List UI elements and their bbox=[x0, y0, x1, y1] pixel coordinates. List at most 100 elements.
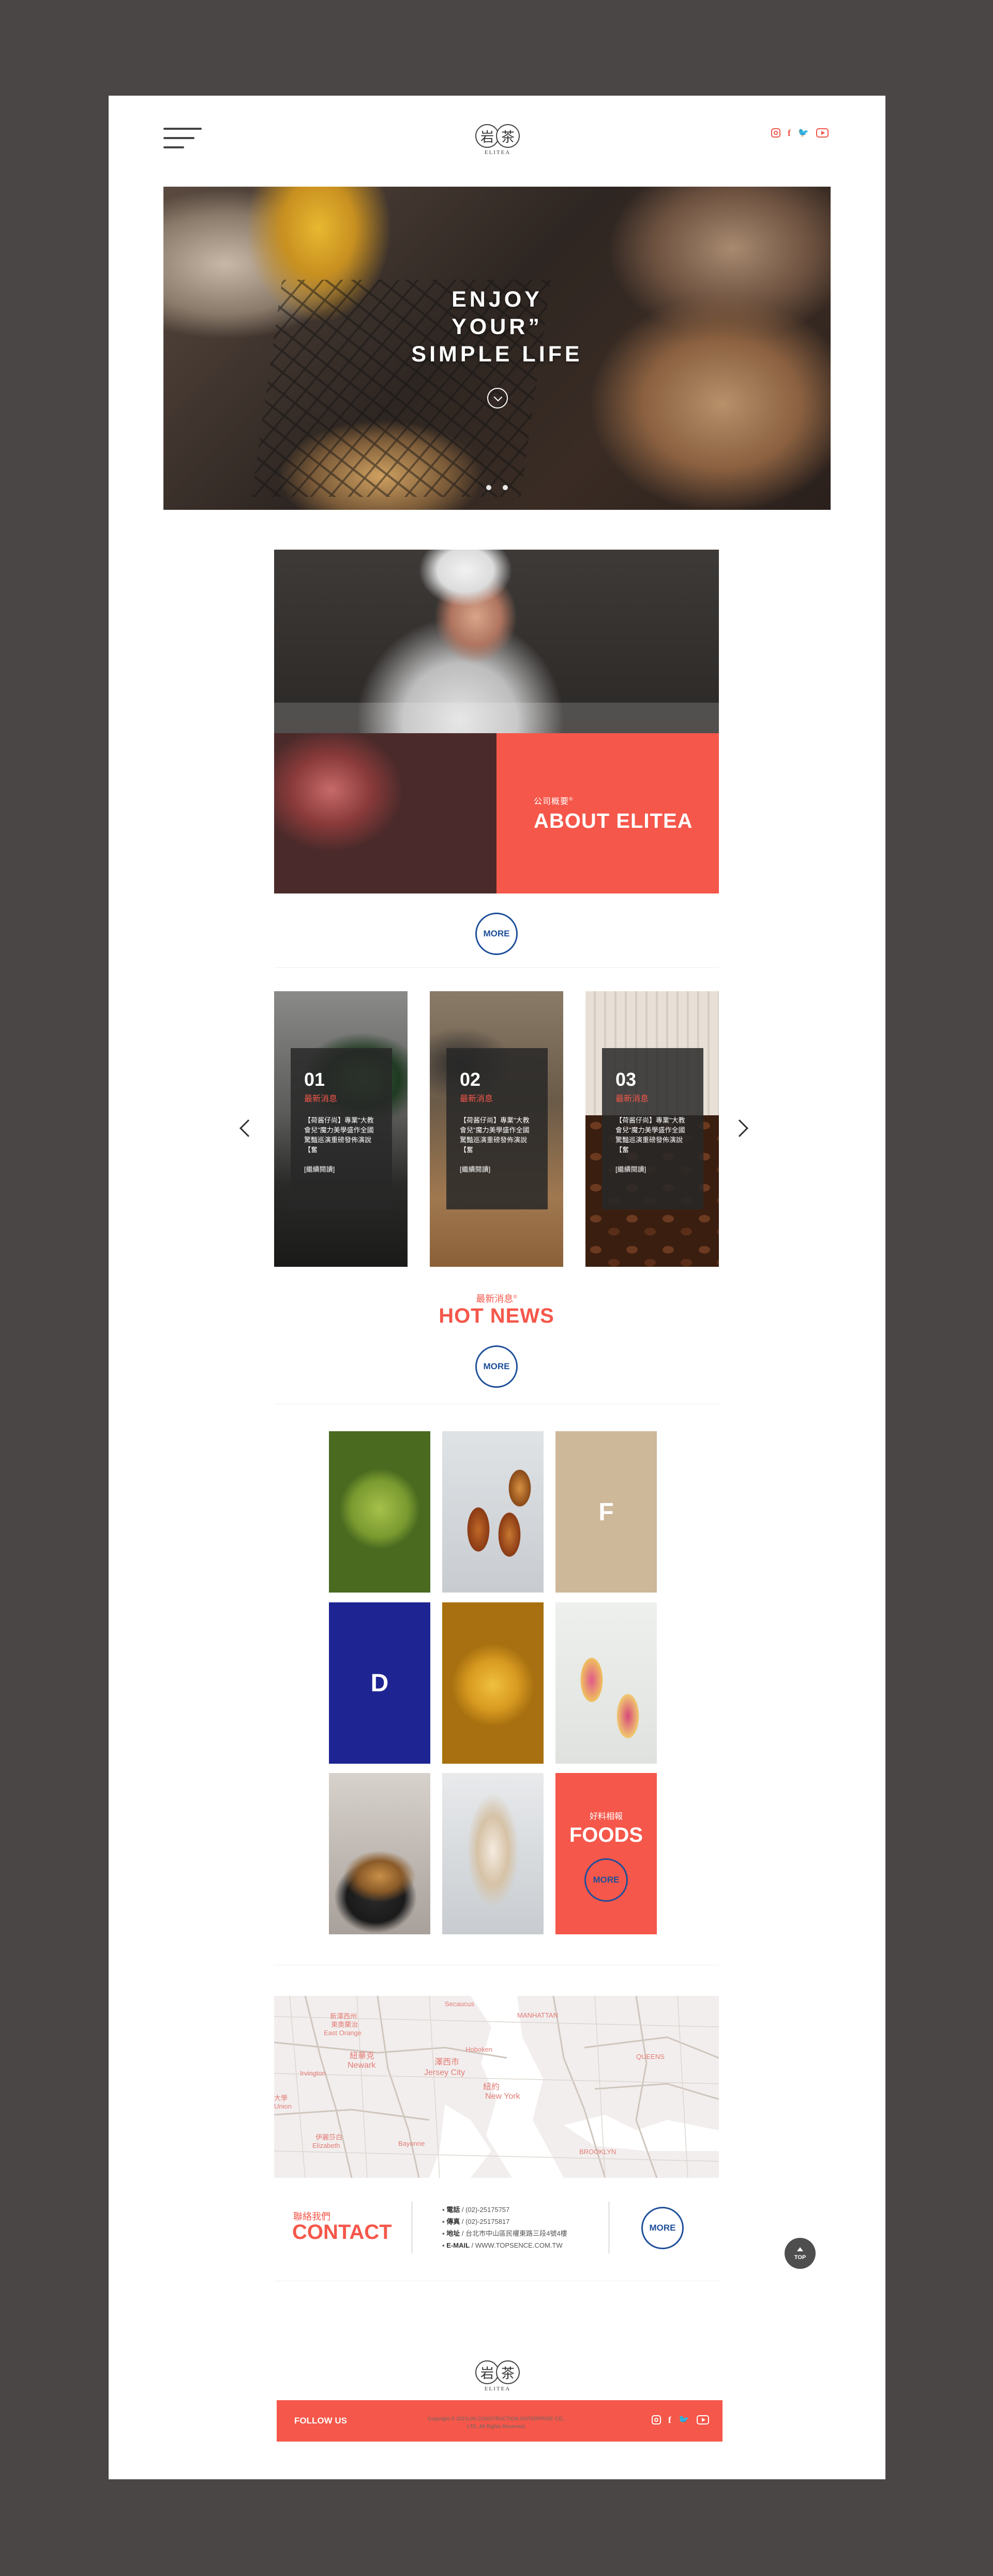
news-excerpt: 【荷酱仔尚】專業"大教會兒"魔力美學盛作全國驚豔巡演重磅發佈演說【奮 bbox=[460, 1116, 530, 1154]
contact-address: ▪ 地址 / 台北市中山區民權東路三段4號4樓 bbox=[442, 2230, 567, 2237]
food-tile-mango-cake[interactable] bbox=[442, 1602, 544, 1764]
about-more-button[interactable]: MORE bbox=[475, 913, 518, 955]
hero-banner: ENJOY YOUR” SIMPLE LIFE bbox=[163, 187, 831, 510]
map-label: Jersey City bbox=[424, 2068, 465, 2077]
about-image-chef bbox=[274, 550, 719, 735]
pagination-dot[interactable] bbox=[503, 485, 508, 490]
news-category: 最新消息 bbox=[460, 1095, 493, 1103]
map-label: New York bbox=[485, 2092, 520, 2101]
hero-title-line: SIMPLE LIFE bbox=[411, 342, 583, 367]
foods-subtitle: 好料相報 bbox=[589, 1812, 623, 1821]
map-label: MANHATTAN bbox=[517, 2011, 558, 2019]
food-tile-parfait[interactable] bbox=[555, 1602, 657, 1764]
about-section: 公司概要® ABOUT ELITEA bbox=[274, 550, 719, 893]
news-read-more-link[interactable]: [繼續閱讀] bbox=[615, 1164, 690, 1174]
news-card[interactable]: 02 最新消息 【荷酱仔尚】專業"大教會兒"魔力美學盛作全國驚豔巡演重磅發佈演說… bbox=[430, 991, 563, 1267]
news-title: HOT NEWS bbox=[439, 1305, 554, 1327]
hero-pagination bbox=[163, 485, 831, 490]
news-card-overlay: 02 最新消息 【荷酱仔尚】專業"大教會兒"魔力美學盛作全國驚豔巡演重磅發佈演說… bbox=[446, 1048, 548, 1209]
copyright-line: LTD. All Rights Reserved. bbox=[467, 2424, 526, 2430]
map-label: 新澤西州 bbox=[330, 2012, 357, 2020]
brand-name: ELITEA bbox=[484, 2386, 511, 2392]
map-label: Union bbox=[274, 2102, 292, 2110]
news-card[interactable]: 01 最新消息 【荷酱仔尚】專業"大教會兒"魔力美學盛作全國驚豔巡演重磅發佈演說… bbox=[274, 991, 408, 1267]
map-label: Hoboken bbox=[465, 2045, 493, 2053]
about-panel[interactable]: 公司概要® ABOUT ELITEA bbox=[496, 733, 719, 893]
follow-us-label: FOLLOW US bbox=[294, 2416, 347, 2426]
youtube-icon[interactable] bbox=[816, 128, 829, 138]
news-number: 01 bbox=[304, 1069, 325, 1090]
page-container: 岩 茶 ELITEA f 🐦 ENJOY YOUR” SIMPLE LIFE 公… bbox=[109, 96, 885, 2479]
hero-title-line: ENJOY bbox=[452, 287, 543, 312]
twitter-icon[interactable]: 🐦 bbox=[679, 2415, 689, 2425]
footer-social-links: f 🐦 bbox=[651, 2415, 709, 2425]
news-prev-arrow-icon[interactable] bbox=[239, 1119, 257, 1137]
news-excerpt: 【荷酱仔尚】專業"大教會兒"魔力美學盛作全國驚豔巡演重磅發佈演說【奮 bbox=[615, 1116, 685, 1154]
brand-name: ELITEA bbox=[484, 149, 511, 156]
facebook-icon[interactable]: f bbox=[668, 2415, 671, 2425]
news-card-overlay: 01 最新消息 【荷酱仔尚】專業"大教會兒"魔力美學盛作全國驚豔巡演重磅發佈演說… bbox=[291, 1048, 392, 1209]
food-tile-cheesecake[interactable] bbox=[329, 1773, 430, 1934]
scroll-down-icon[interactable] bbox=[487, 388, 508, 408]
instagram-icon[interactable] bbox=[651, 2415, 661, 2425]
news-more-button[interactable]: MORE bbox=[475, 1345, 518, 1388]
logo-char: 茶 bbox=[496, 124, 520, 148]
foods-more-button[interactable]: MORE bbox=[584, 1858, 628, 1902]
map-label: East Orange bbox=[324, 2029, 362, 2037]
about-title: ABOUT ELITEA bbox=[534, 810, 693, 832]
map-label: QUEENS bbox=[636, 2053, 665, 2060]
news-read-more-link[interactable]: [繼續閱讀] bbox=[460, 1164, 534, 1174]
contact-info: ▪ 電話 / (02)-25175757 ▪ 傳真 / (02)-2517581… bbox=[442, 2204, 567, 2251]
news-category: 最新消息 bbox=[615, 1095, 649, 1103]
contact-fax: ▪ 傳真 / (02)-25175817 bbox=[442, 2218, 510, 2225]
copyright: Copyright © 2021LIN CONSTRUCTION ENTERPR… bbox=[367, 2415, 626, 2431]
news-next-arrow-icon[interactable] bbox=[731, 1119, 748, 1137]
foods-title: FOODS bbox=[569, 1824, 643, 1846]
news-read-more-link[interactable]: [繼續閱讀] bbox=[304, 1164, 379, 1174]
copyright-line: Copyright © 2021LIN CONSTRUCTION ENTERPR… bbox=[427, 2416, 566, 2422]
map-label: Irvington bbox=[300, 2069, 326, 2077]
instagram-icon[interactable] bbox=[771, 128, 780, 138]
facebook-icon[interactable]: f bbox=[788, 128, 791, 138]
food-tile-matcha-cake[interactable] bbox=[329, 1431, 430, 1593]
news-number: 03 bbox=[615, 1069, 637, 1090]
map-label: Secaucus bbox=[445, 2000, 475, 2008]
map-label: 紐華克 bbox=[350, 2052, 375, 2060]
divider bbox=[274, 967, 719, 968]
news-number: 02 bbox=[460, 1069, 481, 1090]
map-label: 伊麗莎白 bbox=[315, 2133, 343, 2141]
contact-more-button[interactable]: MORE bbox=[641, 2207, 684, 2249]
pagination-dot[interactable] bbox=[486, 485, 491, 490]
map-label: 東奧蘭治 bbox=[331, 2021, 358, 2028]
news-category: 最新消息 bbox=[304, 1095, 338, 1103]
hero-title: ENJOY YOUR” SIMPLE LIFE bbox=[163, 286, 831, 368]
about-image-bread bbox=[274, 733, 496, 893]
food-tile-letter-f[interactable]: F bbox=[555, 1431, 657, 1593]
youtube-icon[interactable] bbox=[697, 2415, 709, 2425]
map-label: Newark bbox=[348, 2061, 376, 2070]
news-subtitle: 最新消息® bbox=[476, 1294, 517, 1304]
location-map[interactable]: 新澤西州 東奧蘭治 East Orange 紐華克 Newark Irvingt… bbox=[274, 1996, 719, 2178]
map-label: 大學 bbox=[274, 2094, 288, 2102]
news-card-overlay: 03 最新消息 【荷酱仔尚】專業"大教會兒"魔力美學盛作全國驚豔巡演重磅發佈演說… bbox=[602, 1048, 703, 1209]
map-label: BROOKLYN bbox=[579, 2148, 616, 2156]
food-tile-latte[interactable] bbox=[442, 1773, 544, 1934]
menu-icon[interactable] bbox=[163, 127, 202, 150]
hero-title-line: YOUR” bbox=[452, 314, 543, 339]
map-label: 紐約 bbox=[483, 2083, 500, 2092]
contact-email: ▪ E-MAIL / WWW.TOPSENCE.COM.TW bbox=[442, 2241, 563, 2249]
news-excerpt: 【荷酱仔尚】專業"大教會兒"魔力美學盛作全國驚豔巡演重磅發佈演說【奮 bbox=[304, 1116, 374, 1154]
food-tile-iced-tea[interactable] bbox=[442, 1431, 544, 1593]
logo-char: 茶 bbox=[496, 2360, 520, 2384]
contact-phone: ▪ 電話 / (02)-25175757 bbox=[442, 2206, 510, 2214]
food-tile-letter-d[interactable]: D bbox=[329, 1602, 430, 1764]
news-card[interactable]: 03 最新消息 【荷酱仔尚】專業"大教會兒"魔力美學盛作全國驚豔巡演重磅發佈演說… bbox=[585, 991, 719, 1267]
logo[interactable]: 岩 茶 ELITEA bbox=[471, 124, 524, 169]
back-to-top-button[interactable]: TOP bbox=[785, 2238, 816, 2269]
map-label: Bayonne bbox=[398, 2140, 425, 2147]
twitter-icon[interactable]: 🐦 bbox=[798, 128, 809, 138]
foods-panel[interactable]: 好料相報 FOODS MORE bbox=[555, 1773, 657, 1934]
footer-logo[interactable]: 岩 茶 ELITEA bbox=[471, 2360, 524, 2405]
about-subtitle: 公司概要® bbox=[534, 796, 574, 806]
contact-title: CONTACT bbox=[292, 2221, 392, 2244]
